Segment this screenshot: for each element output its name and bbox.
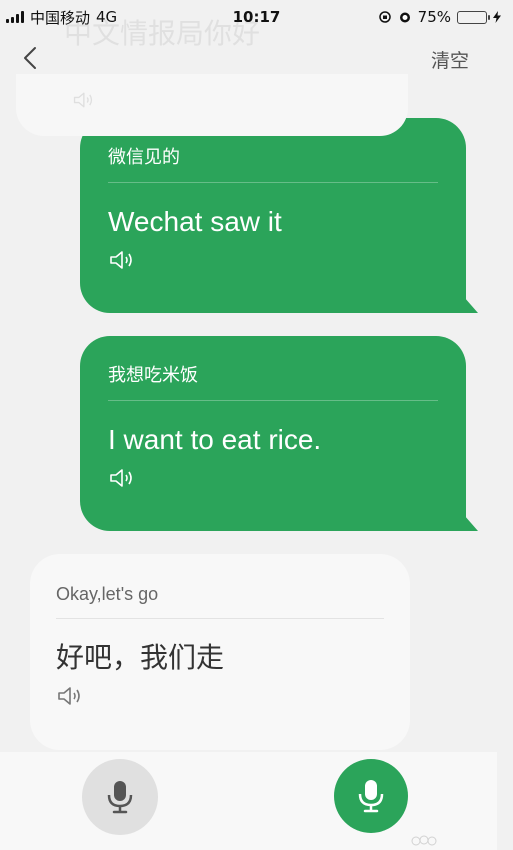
speaker-icon[interactable] bbox=[56, 685, 82, 707]
message-bubble-incoming[interactable]: Okay,let's go 好吧，我们走 bbox=[30, 554, 410, 750]
orientation-lock-icon bbox=[378, 11, 391, 23]
status-left: 中国移动 4G bbox=[6, 7, 117, 28]
translation-text: I want to eat rice. bbox=[108, 424, 322, 455]
speaker-icon[interactable] bbox=[108, 249, 134, 271]
alarm-icon bbox=[399, 12, 410, 23]
translation-text: Wechat saw it bbox=[108, 206, 282, 237]
microphone-icon bbox=[107, 781, 133, 814]
bottom-toolbar bbox=[0, 752, 497, 850]
watermark-icon bbox=[411, 835, 437, 846]
battery-percent: 75% bbox=[417, 8, 451, 26]
clock: 10:17 bbox=[232, 8, 281, 26]
charging-icon bbox=[493, 11, 501, 23]
speaker-icon bbox=[73, 92, 93, 108]
message-bubble-outgoing[interactable]: 微信见的 Wechat saw it bbox=[80, 118, 478, 313]
clear-button[interactable]: 清空 bbox=[431, 46, 469, 73]
divider bbox=[108, 400, 438, 401]
previous-message-bubble bbox=[16, 74, 408, 136]
chevron-left-icon bbox=[24, 47, 36, 69]
source-text: Okay,let's go bbox=[56, 584, 159, 604]
mic-button-secondary[interactable] bbox=[82, 759, 158, 835]
speaker-icon[interactable] bbox=[108, 467, 134, 489]
battery-icon bbox=[457, 10, 490, 24]
back-button[interactable] bbox=[16, 44, 44, 72]
status-right: 75% bbox=[378, 8, 501, 26]
source-text: 微信见的 bbox=[108, 147, 180, 168]
microphone-icon bbox=[358, 780, 384, 813]
message-bubble-outgoing[interactable]: 我想吃米饭 I want to eat rice. bbox=[80, 336, 478, 531]
divider bbox=[108, 182, 438, 183]
network-label: 4G bbox=[96, 8, 118, 26]
divider bbox=[56, 618, 384, 619]
source-text: 我想吃米饭 bbox=[108, 365, 198, 386]
nav-bar: 中文情报局你好 清空 bbox=[0, 17, 513, 136]
translation-text: 好吧，我们走 bbox=[56, 642, 225, 673]
carrier-label: 中国移动 bbox=[30, 8, 91, 27]
status-bar: 中国移动 4G 10:17 75% bbox=[0, 0, 513, 34]
signal-icon bbox=[6, 11, 24, 23]
mic-button-primary[interactable] bbox=[334, 759, 408, 833]
